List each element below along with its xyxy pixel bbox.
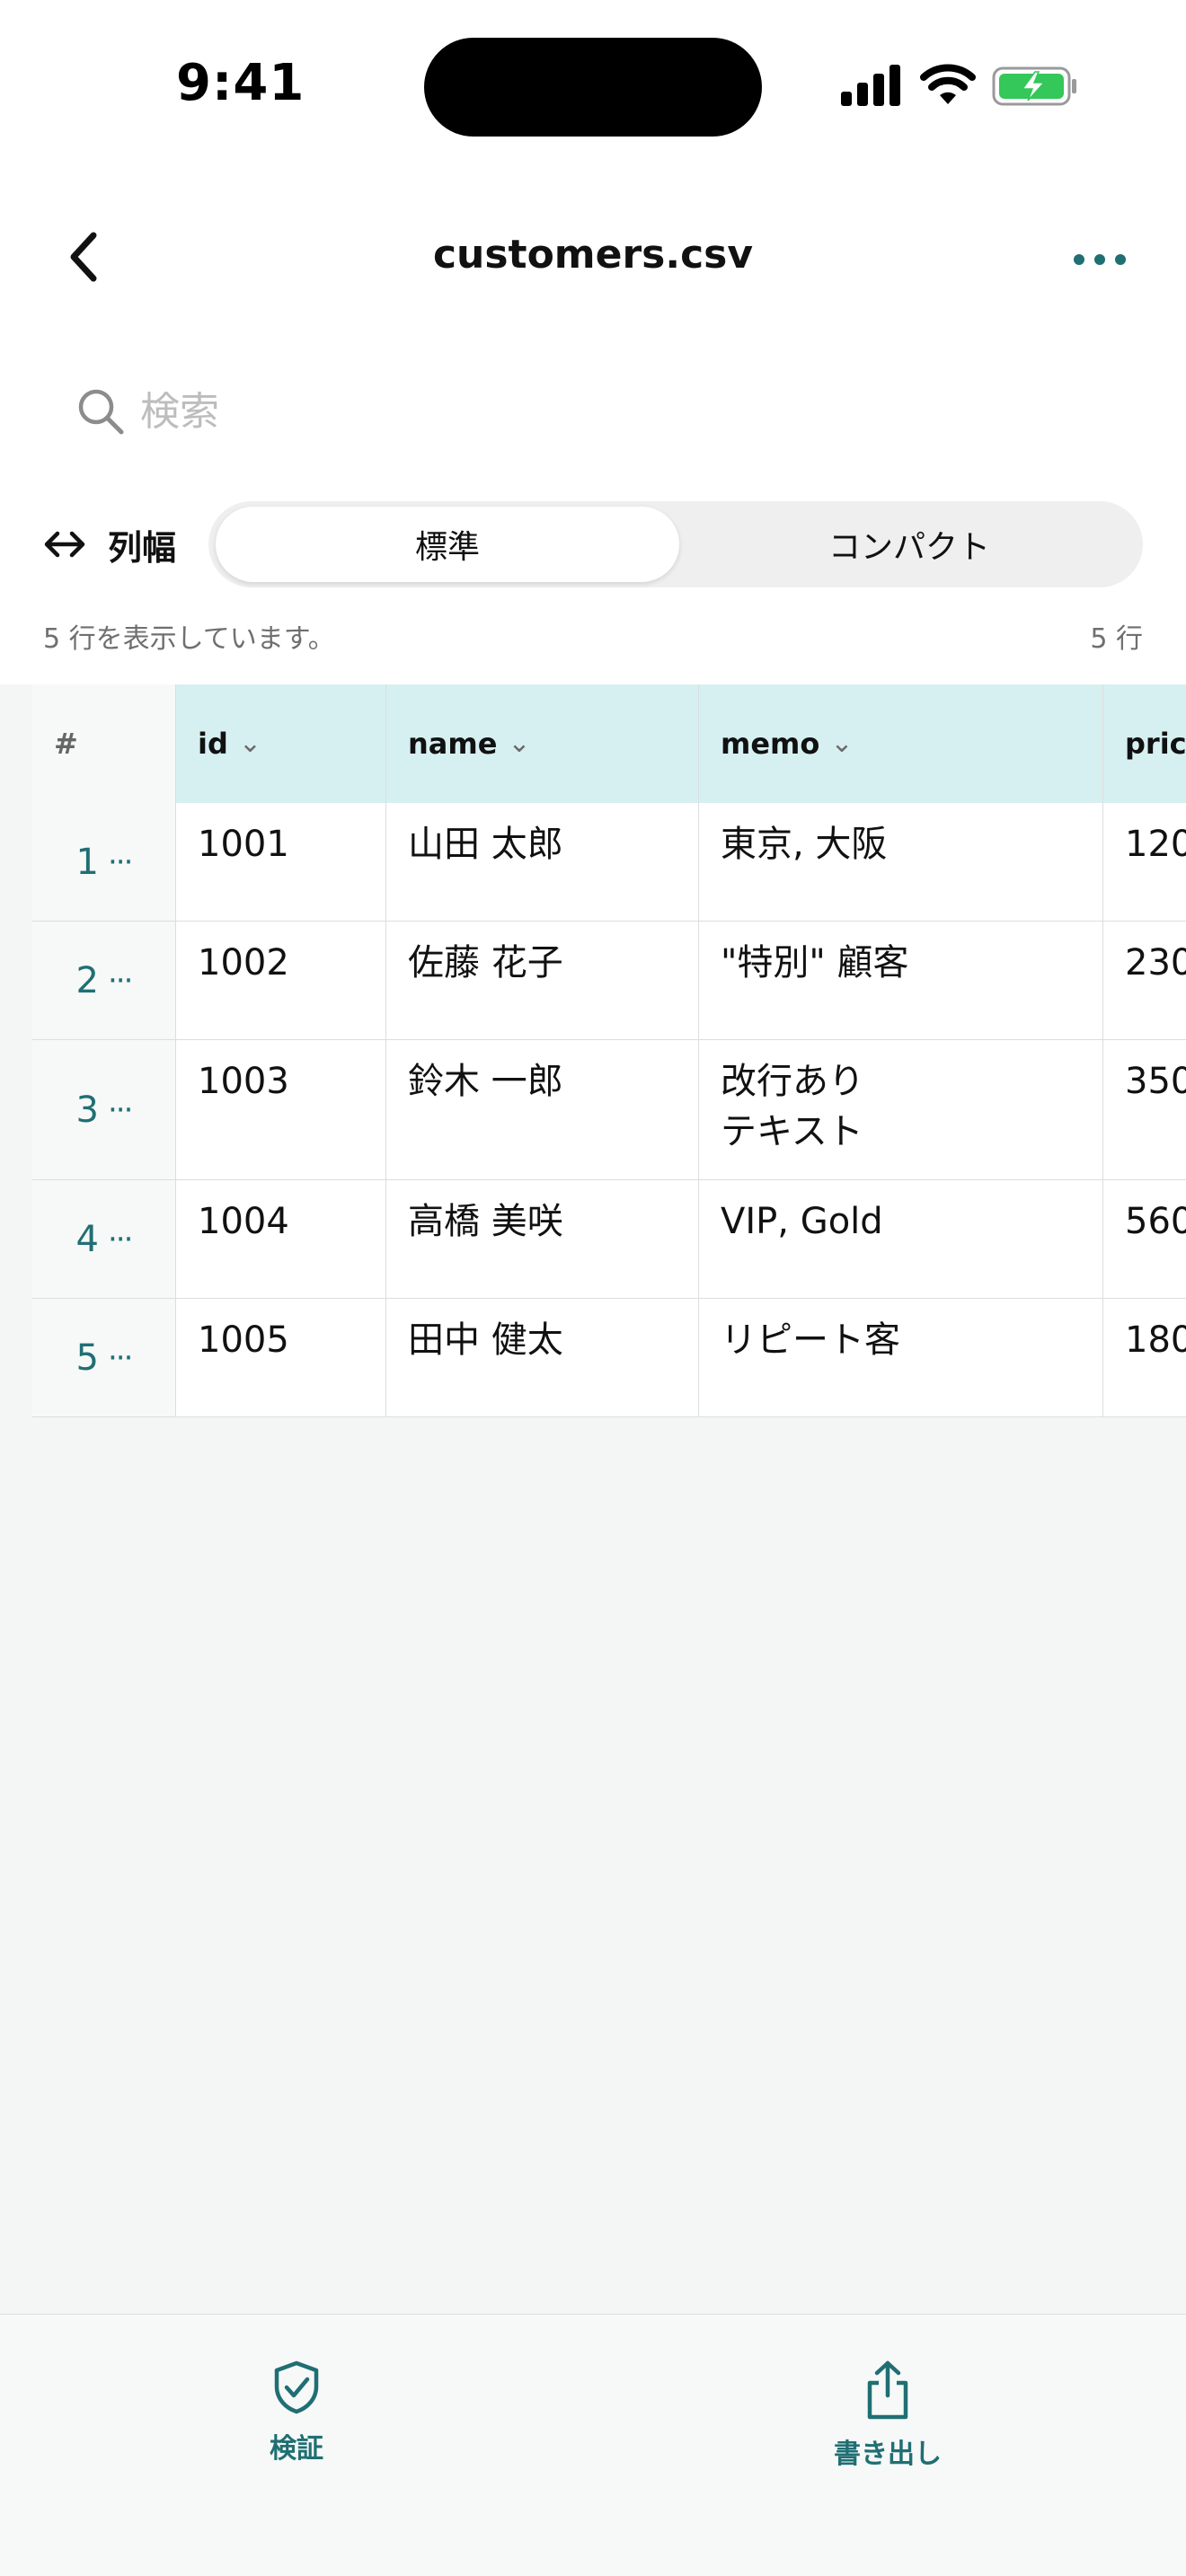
header-memo[interactable]: memo ⌄ (699, 684, 1103, 803)
export-tab-label: 書き出し (834, 2439, 942, 2470)
row-number[interactable]: 2 ··· (32, 922, 176, 1039)
chevron-left-icon (70, 232, 97, 282)
header-price[interactable]: pric (1103, 684, 1186, 803)
cell-price[interactable]: 120 (1103, 803, 1186, 921)
segment-standard[interactable]: 標準 (216, 507, 679, 582)
cell-price[interactable]: 560 (1103, 1180, 1186, 1298)
table-row[interactable]: 2 ··· 1002 佐藤 花子 "特別" 顧客 230 (32, 922, 1186, 1040)
column-width-control: 列幅 (43, 501, 176, 587)
cell-price[interactable]: 350 (1103, 1040, 1186, 1179)
row-number-label: 5 (75, 1337, 99, 1379)
header-label: # (54, 727, 78, 761)
ellipsis-icon: ··· (108, 962, 133, 999)
row-number[interactable]: 3 ··· (32, 1040, 176, 1179)
cell-name[interactable]: 山田 太郎 (386, 803, 699, 921)
cell-name[interactable]: 鈴木 一郎 (386, 1040, 699, 1179)
search-bar[interactable] (63, 368, 1141, 454)
export-tab[interactable]: 書き出し (771, 2360, 1005, 2471)
header-name[interactable]: name ⌄ (386, 684, 699, 803)
data-table: # id ⌄ name ⌄ memo ⌄ pric 1 ··· 1001 山田 太郎 東… (32, 684, 1186, 1417)
cell-name[interactable]: 佐藤 花子 (386, 922, 699, 1039)
header-label: pric (1125, 727, 1186, 761)
back-button[interactable] (56, 225, 110, 289)
column-width-label: 列幅 (108, 527, 177, 568)
cell-memo[interactable]: リピート客 (699, 1299, 1103, 1416)
left-right-arrow-icon (44, 531, 85, 558)
cell-price[interactable]: 180 (1103, 1299, 1186, 1416)
cell-id[interactable]: 1002 (176, 922, 386, 1039)
ellipsis-icon: ··· (108, 843, 133, 880)
header-label: id (198, 727, 228, 761)
table-row[interactable]: 3 ··· 1003 鈴木 一郎 改行あり テキスト 350 (32, 1040, 1186, 1180)
search-input[interactable] (140, 388, 1039, 435)
cell-memo[interactable]: 改行あり テキスト (699, 1040, 1103, 1179)
cell-memo[interactable]: 東京, 大阪 (699, 803, 1103, 921)
row-count-message: 5 行を表示しています。 (43, 623, 335, 655)
cell-price[interactable]: 230 (1103, 922, 1186, 1039)
ellipsis-icon: ··· (108, 1339, 133, 1376)
shield-check-icon (274, 2360, 319, 2414)
row-number-label: 2 (75, 959, 99, 1001)
status-bar: 9:41 (0, 0, 1186, 171)
row-count-badge: 5 行 (1090, 623, 1143, 655)
wifi-icon (920, 64, 976, 104)
header-id[interactable]: id ⌄ (176, 684, 386, 803)
status-time: 9:41 (176, 54, 305, 112)
chevron-down-icon: ⌄ (238, 728, 262, 759)
ellipsis-icon: ··· (108, 1221, 133, 1257)
cell-memo[interactable]: VIP, Gold (699, 1180, 1103, 1298)
cell-id[interactable]: 1005 (176, 1299, 386, 1416)
table-row[interactable]: 4 ··· 1004 高橋 美咲 VIP, Gold 560 (32, 1180, 1186, 1299)
bottom-tab-bar: 検証 書き出し (0, 2314, 1186, 2576)
cell-name[interactable]: 高橋 美咲 (386, 1180, 699, 1298)
dynamic-island (424, 38, 762, 137)
row-number-label: 3 (75, 1089, 99, 1131)
header-label: name (408, 727, 498, 761)
ellipsis-icon (1074, 254, 1126, 265)
header-row-number: # (32, 684, 176, 803)
segment-compact[interactable]: コンパクト (679, 507, 1139, 582)
ellipsis-icon: ··· (108, 1091, 133, 1128)
column-width-segmented-control: 標準 コンパクト (208, 501, 1143, 587)
cell-id[interactable]: 1003 (176, 1040, 386, 1179)
cell-memo[interactable]: "特別" 顧客 (699, 922, 1103, 1039)
cell-id[interactable]: 1001 (176, 803, 386, 921)
cellular-signal-icon (841, 65, 900, 106)
header-label: memo (721, 727, 820, 761)
row-number-label: 4 (75, 1218, 99, 1260)
table-row[interactable]: 5 ··· 1005 田中 健太 リピート客 180 (32, 1299, 1186, 1417)
table-row[interactable]: 1 ··· 1001 山田 太郎 東京, 大阪 120 (32, 803, 1186, 922)
chevron-down-icon: ⌄ (830, 728, 854, 759)
row-number[interactable]: 4 ··· (32, 1180, 176, 1298)
page-title: customers.csv (432, 232, 754, 278)
cell-id[interactable]: 1004 (176, 1180, 386, 1298)
row-number[interactable]: 1 ··· (32, 803, 176, 921)
verify-tab-label: 検証 (270, 2433, 323, 2465)
verify-tab[interactable]: 検証 (180, 2360, 413, 2466)
search-icon (78, 389, 124, 435)
row-number[interactable]: 5 ··· (32, 1299, 176, 1416)
share-icon (867, 2360, 908, 2420)
more-button[interactable] (1064, 237, 1136, 282)
battery-charging-icon (992, 66, 1076, 106)
row-number-label: 1 (75, 841, 99, 883)
cell-name[interactable]: 田中 健太 (386, 1299, 699, 1416)
table-header-row: # id ⌄ name ⌄ memo ⌄ pric (32, 684, 1186, 803)
chevron-down-icon: ⌄ (508, 728, 531, 759)
